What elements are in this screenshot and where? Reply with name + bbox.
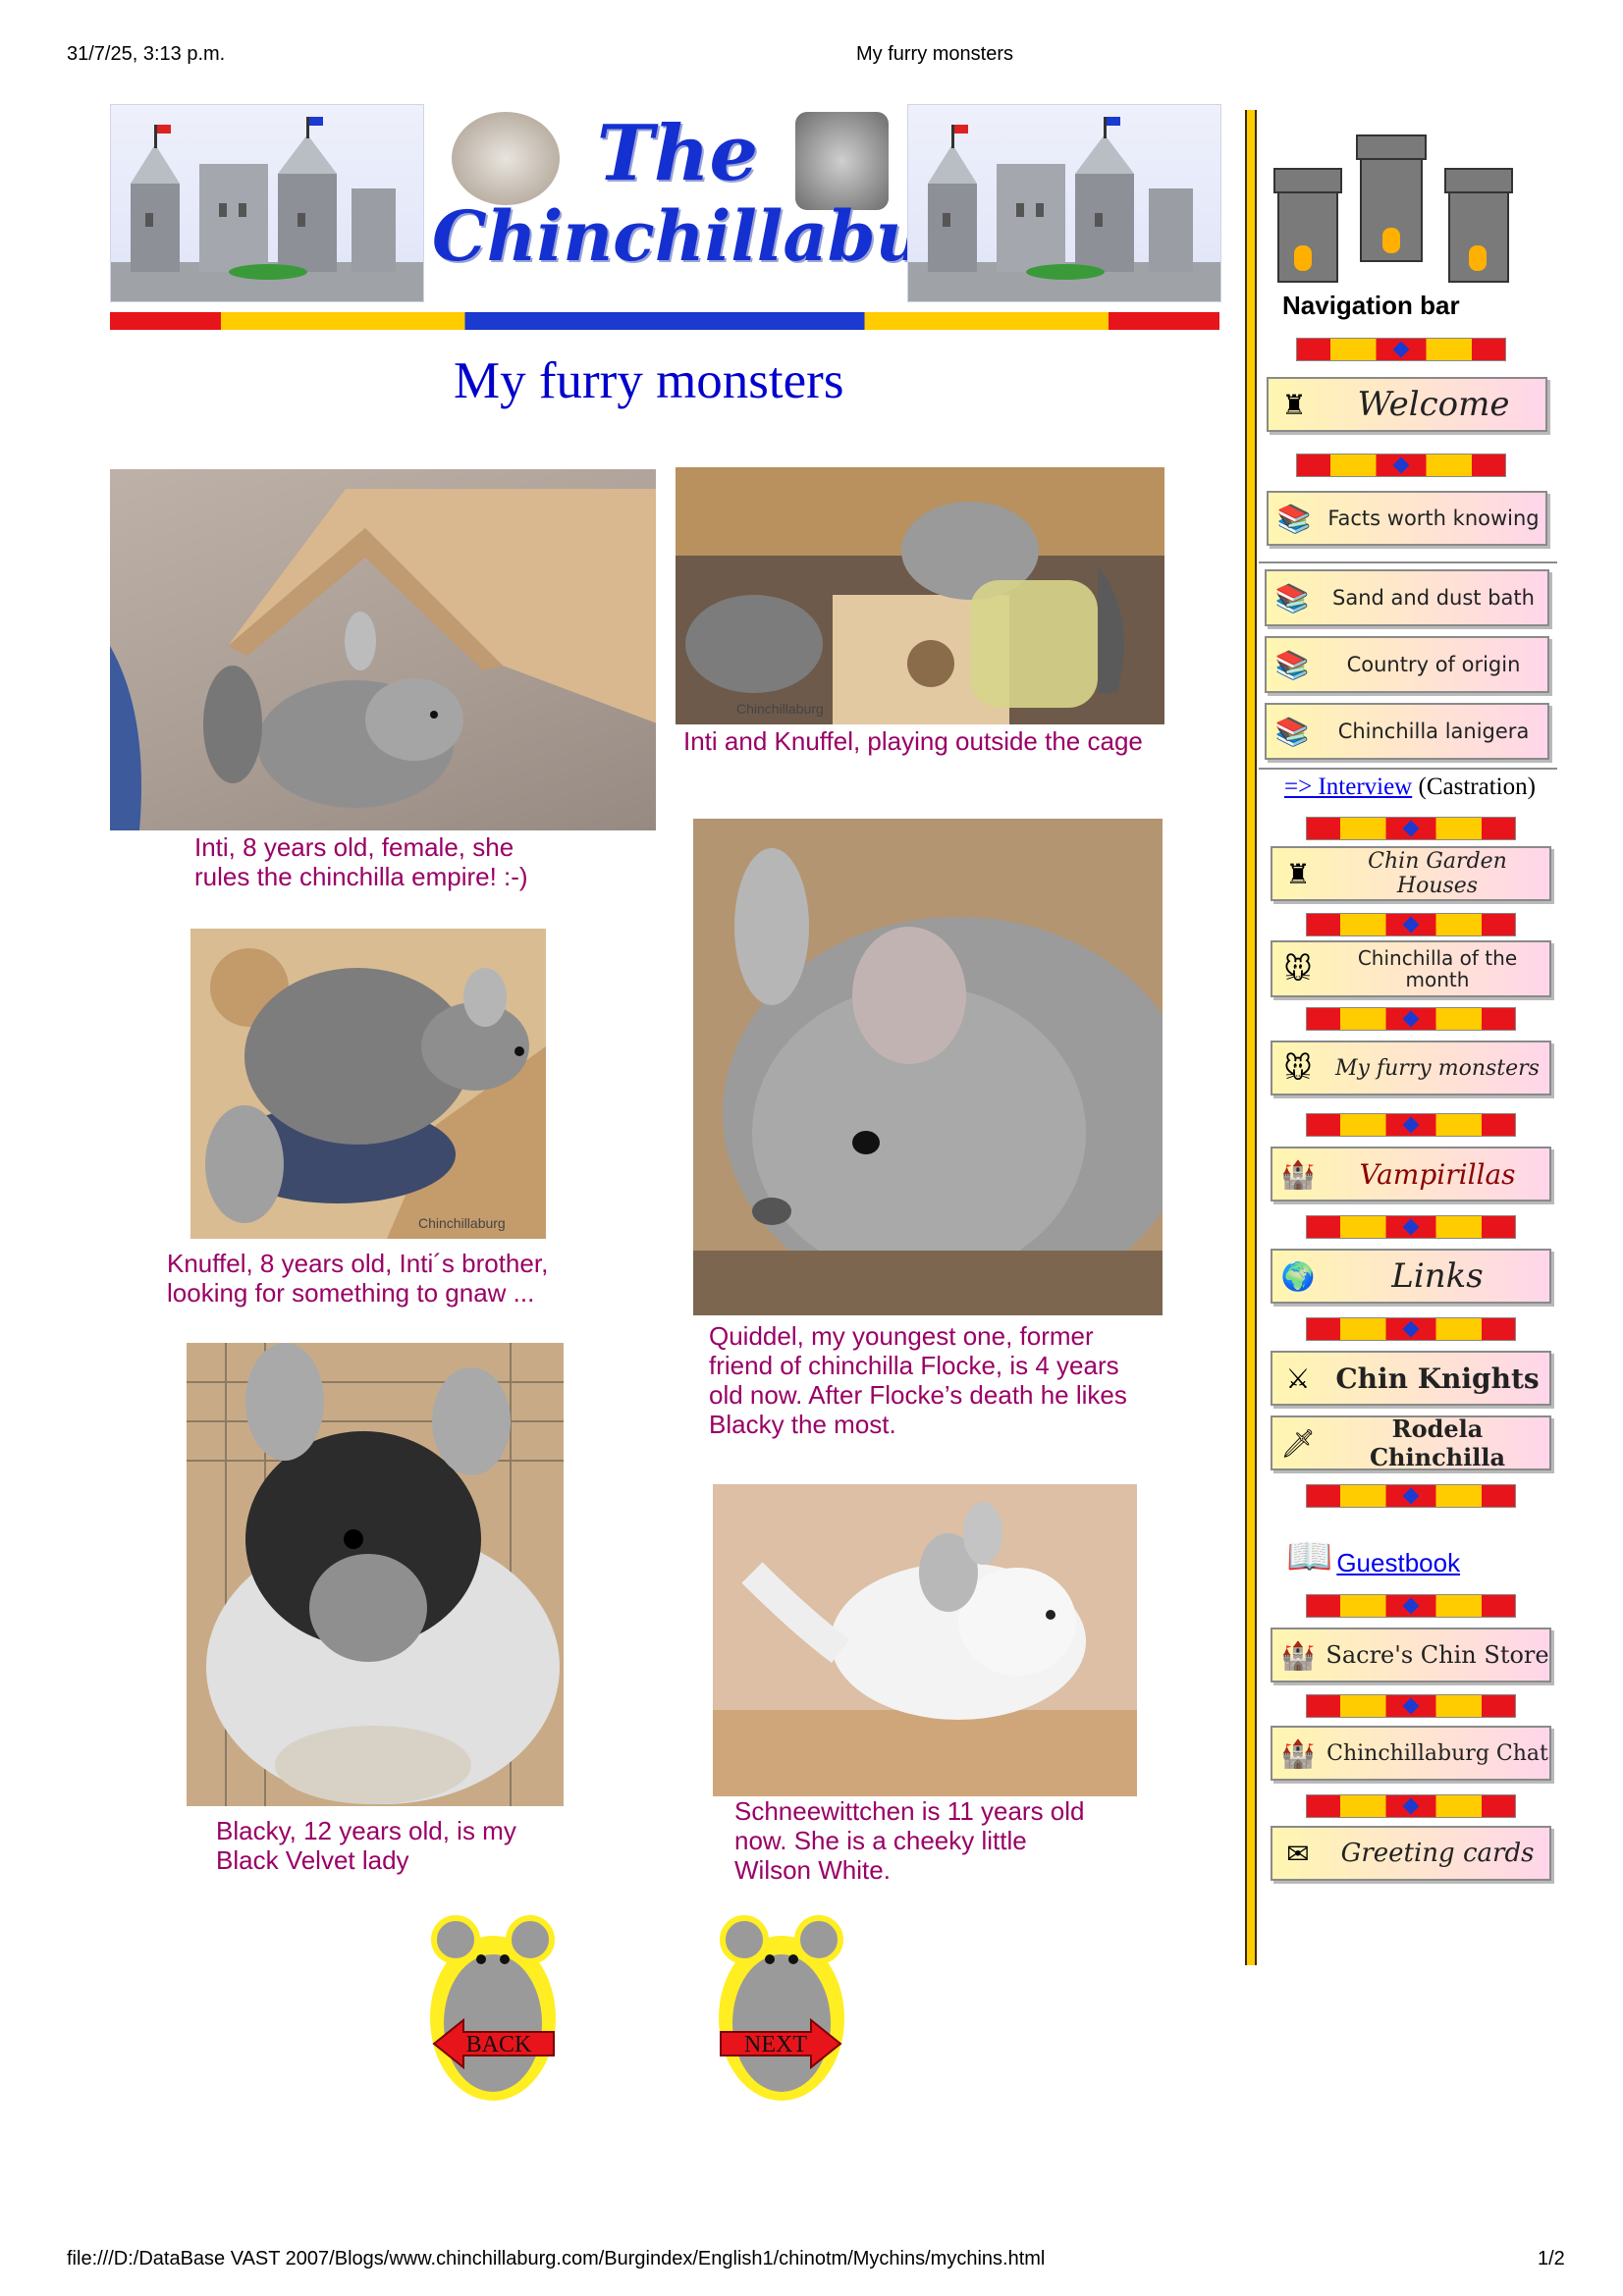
site-logo: The Chinchillaburg (432, 104, 1010, 300)
nav-garden-houses[interactable]: ♜ Chin Garden Houses (1271, 846, 1551, 901)
nav-guestbook[interactable]: 📖 Guestbook (1286, 1520, 1460, 1578)
interview-note: (Castration) (1418, 774, 1536, 800)
tower-icon: ♜ (1281, 389, 1307, 420)
nav-divider (1306, 1694, 1516, 1718)
nav-welcome[interactable]: ♜ Welcome (1267, 377, 1547, 432)
chinchilla-icon: 🐭 (1283, 1052, 1313, 1084)
watermark-1: Chinchillaburg (736, 701, 824, 717)
chinchilla-icon: 🐭 (1283, 953, 1313, 985)
chinchilla-avatar-left (452, 112, 560, 205)
books-icon: 📚 (1274, 649, 1310, 680)
photo-inti (110, 469, 656, 830)
nav-divider (1306, 1794, 1516, 1818)
castle-image-left (110, 104, 424, 302)
logo-line-1: The (596, 109, 759, 198)
nav-rodela-chinchilla[interactable]: 🗡 Rodela Chinchilla (1271, 1415, 1551, 1471)
books-icon: 📚 (1276, 503, 1312, 534)
sword-icon: 🗡 (1280, 1427, 1316, 1459)
caption-blacky: Blacky, 12 years old, is my Black Velvet… (216, 1816, 516, 1875)
nav-facts[interactable]: 📚 Facts worth knowing (1267, 491, 1547, 546)
card-icon: ✉ (1286, 1838, 1310, 1869)
caption-knuffel: Knuffel, 8 years old, Inti´s brother, lo… (167, 1249, 549, 1308)
caption-inti: Inti, 8 years old, female, she rules the… (194, 832, 528, 891)
tower-icon: ♜ (1285, 858, 1311, 889)
nav-separator (1259, 561, 1557, 563)
next-button[interactable]: NEXT (713, 1910, 850, 2103)
nav-divider (1296, 454, 1506, 477)
castle-icon: 🏰 (1280, 1158, 1316, 1190)
nav-divider (1306, 1594, 1516, 1618)
swords-icon: ⚔ (1285, 1362, 1311, 1394)
interview-line: => Interview (Castration) (1284, 774, 1536, 801)
globe-icon: 🌍 (1280, 1260, 1316, 1292)
nav-sand-bath[interactable]: 📚 Sand and dust bath (1265, 569, 1549, 626)
interview-link[interactable]: => Interview (1284, 774, 1412, 800)
books-icon: 📚 (1274, 716, 1310, 747)
print-title: My furry monsters (856, 43, 1014, 65)
books-icon: 📚 (1274, 582, 1310, 614)
nav-divider (1306, 1317, 1516, 1341)
print-url: file:///D:/DataBase VAST 2007/Blogs/www.… (67, 2248, 1046, 2269)
nav-links[interactable]: 🌍 Links (1271, 1249, 1551, 1304)
print-datetime: 31/7/25, 3:13 p.m. (67, 43, 226, 65)
print-page-number: 1/2 (1538, 2248, 1565, 2269)
caption-quiddel: Quiddel, my youngest one, former friend … (709, 1321, 1127, 1439)
nav-divider (1306, 913, 1516, 936)
castle-icon: 🏰 (1280, 1737, 1316, 1769)
nav-chin-knights[interactable]: ⚔ Chin Knights (1271, 1351, 1551, 1406)
book-icon: 📖 (1286, 1536, 1333, 1577)
nav-chinchilla-of-month[interactable]: 🐭 Chinchilla of the month (1271, 940, 1551, 997)
nav-divider (1306, 817, 1516, 840)
photo-knuffel: Chinchillaburg (190, 929, 546, 1239)
photo-inti-knuffel: Chinchillaburg (676, 467, 1164, 724)
nav-title: Navigation bar (1282, 291, 1460, 320)
towers-image (1272, 130, 1528, 287)
nav-divider (1296, 338, 1506, 361)
nav-my-furry-monsters[interactable]: 🐭 My furry monsters (1271, 1041, 1551, 1095)
photo-blacky (187, 1343, 564, 1806)
sidebar-divider (1245, 110, 1257, 1965)
nav-greeting-cards[interactable]: ✉ Greeting cards (1271, 1826, 1551, 1881)
watermark-2: Chinchillaburg (418, 1215, 506, 1231)
castle-icon: 🏰 (1280, 1639, 1316, 1671)
nav-divider (1306, 1113, 1516, 1137)
nav-lanigera[interactable]: 📚 Chinchilla lanigera (1265, 703, 1549, 760)
caption-inti-knuffel: Inti and Knuffel, playing outside the ca… (683, 726, 1143, 756)
nav-vampirillas[interactable]: 🏰 Vampirillas (1271, 1147, 1551, 1201)
back-button[interactable]: BACK (424, 1910, 562, 2103)
nav-country[interactable]: 📚 Country of origin (1265, 636, 1549, 693)
nav-chin-store[interactable]: 🏰 Sacre's Chin Store (1271, 1628, 1551, 1682)
nav-divider (1306, 1007, 1516, 1031)
next-label: NEXT (744, 2032, 807, 2057)
photo-schneewittchen (713, 1484, 1137, 1796)
nav-separator (1259, 768, 1557, 770)
nav-divider (1306, 1484, 1516, 1508)
logo-line-2: Chinchillaburg (432, 195, 1010, 277)
site-banner: The Chinchillaburg (110, 104, 1221, 332)
back-label: BACK (465, 2032, 532, 2057)
castle-image-right (907, 104, 1221, 302)
banner-stripe (110, 312, 1219, 330)
nav-divider (1306, 1215, 1516, 1239)
photo-quiddel (693, 819, 1163, 1315)
nav-chat[interactable]: 🏰 Chinchillaburg Chat (1271, 1726, 1551, 1781)
page-title: My furry monsters (454, 352, 844, 409)
caption-schneewittchen: Schneewittchen is 11 years old now. She … (734, 1796, 1085, 1885)
